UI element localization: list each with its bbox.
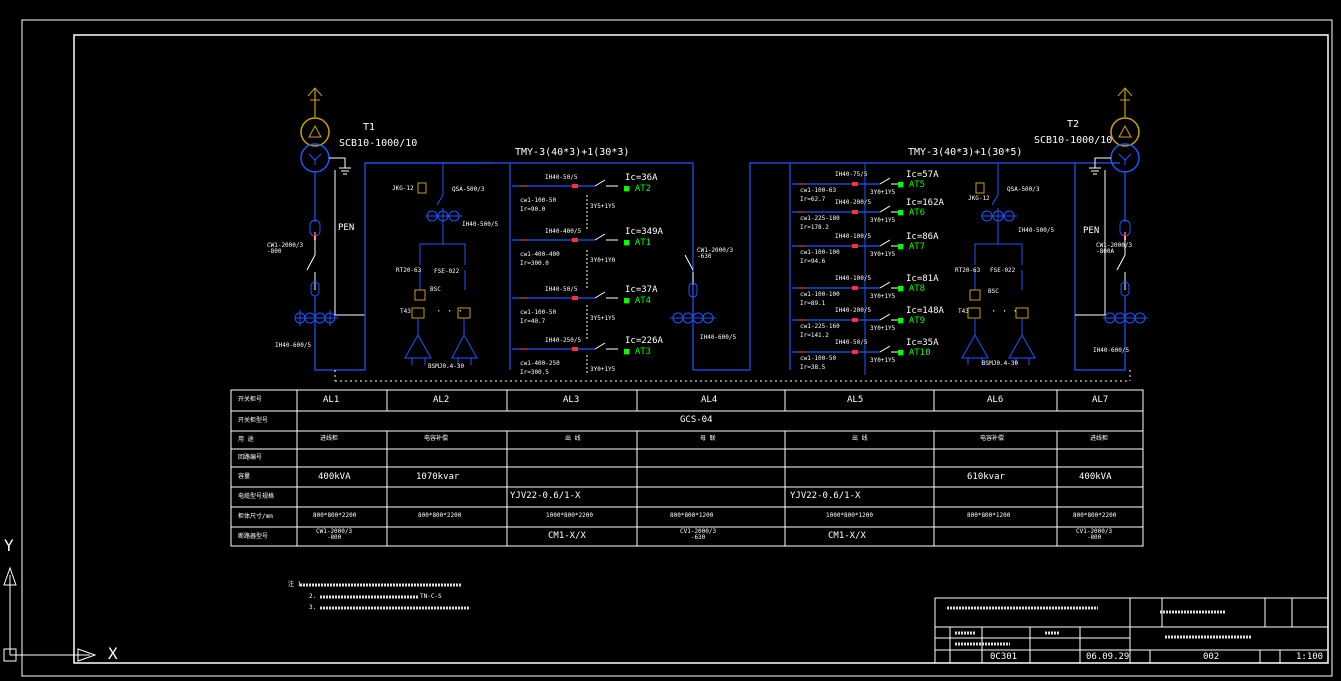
ucs-x-label: X [108, 644, 118, 663]
note-scribbles [300, 583, 1252, 646]
tb-date: 06.09.29 [1086, 652, 1130, 662]
tb-drawing-no: 0C301 [990, 652, 1018, 662]
ucs-y-label: Y [4, 536, 14, 555]
tb-scale: 1:100 [1296, 652, 1324, 662]
tb-sheet: 002 [1203, 652, 1220, 662]
